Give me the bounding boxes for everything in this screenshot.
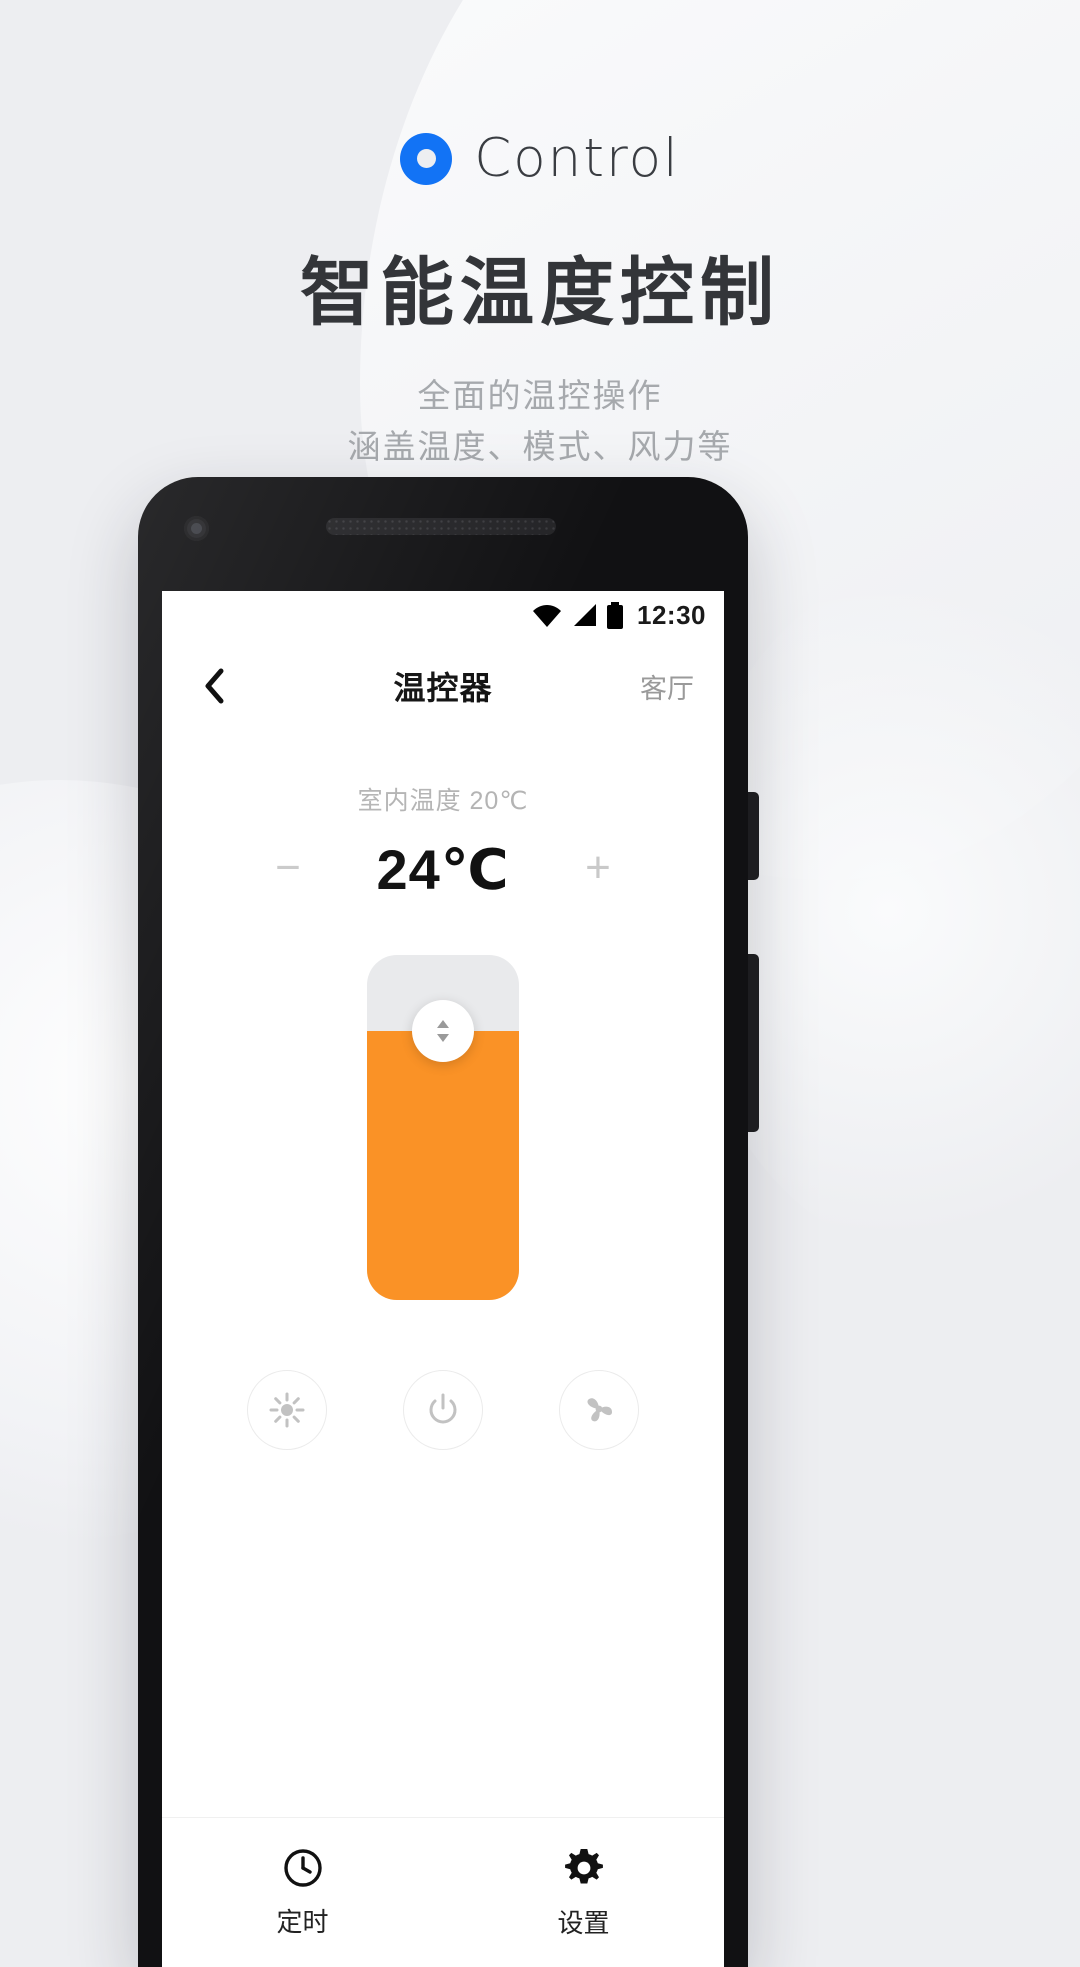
tab-settings[interactable]: 设置 bbox=[443, 1818, 724, 1967]
battery-full-icon bbox=[607, 601, 623, 629]
increase-temperature-button[interactable]: + bbox=[576, 846, 620, 892]
hero-section: Control 智能温度控制 全面的温控操作 涵盖温度、模式、风力等 bbox=[0, 0, 1080, 472]
sun-mode-icon bbox=[269, 1392, 305, 1428]
setpoint-value: 24℃ bbox=[376, 838, 510, 901]
clock-icon bbox=[283, 1848, 322, 1887]
power-side-button[interactable] bbox=[748, 792, 759, 880]
phone-screen: 12:30 温控器 客厅 室内温度 20℃ − 24℃ + 定时 设置 bbox=[162, 591, 724, 1967]
slider-knob[interactable] bbox=[412, 999, 474, 1062]
tab-settings-label: 设置 bbox=[557, 1907, 610, 1938]
volume-side-button[interactable] bbox=[748, 954, 759, 1132]
tab-timer[interactable]: 定时 bbox=[162, 1818, 443, 1967]
setpoint-stepper: − 24℃ + bbox=[162, 837, 724, 903]
brand-name: Control bbox=[474, 128, 680, 189]
wifi-icon bbox=[533, 605, 561, 627]
page-subtitle: 全面的温控操作 涵盖温度、模式、风力等 bbox=[0, 370, 1080, 472]
earpiece-speaker bbox=[326, 518, 556, 535]
room-temperature-label: 室内温度 20℃ bbox=[357, 787, 529, 815]
app-bar: 温控器 客厅 bbox=[162, 639, 724, 733]
brand-lockup: Control bbox=[0, 128, 1080, 189]
fan-icon bbox=[587, 1398, 612, 1422]
front-camera-icon bbox=[184, 516, 209, 541]
power-button[interactable] bbox=[403, 1370, 483, 1450]
mode-button[interactable] bbox=[247, 1370, 327, 1450]
temperature-slider[interactable] bbox=[367, 955, 519, 1300]
status-bar-clock: 12:30 bbox=[637, 599, 706, 630]
subtitle-line-2: 涵盖温度、模式、风力等 bbox=[347, 428, 733, 466]
tab-timer-label: 定时 bbox=[276, 1906, 329, 1937]
subtitle-line-1: 全面的温控操作 bbox=[417, 377, 663, 414]
bottom-tab-bar: 定时 设置 bbox=[162, 1817, 724, 1967]
slider-fill bbox=[367, 1030, 519, 1300]
fan-button[interactable] bbox=[559, 1370, 639, 1450]
ring-logo-icon bbox=[400, 132, 453, 185]
gear-icon bbox=[564, 1848, 603, 1883]
decrease-temperature-button[interactable]: − bbox=[266, 846, 310, 892]
updown-arrows-icon bbox=[437, 1019, 449, 1042]
page-title: 智能温度控制 bbox=[300, 251, 780, 334]
thermostat-panel: 室内温度 20℃ − 24℃ + bbox=[162, 781, 724, 903]
phone-mockup: 12:30 温控器 客厅 室内温度 20℃ − 24℃ + 定时 设置 bbox=[138, 477, 759, 1967]
mode-controls bbox=[162, 1370, 724, 1450]
room-label[interactable]: 客厅 bbox=[640, 667, 694, 706]
status-bar: 12:30 bbox=[162, 591, 724, 639]
cellular-signal-icon bbox=[574, 604, 596, 626]
power-icon bbox=[429, 1393, 457, 1424]
